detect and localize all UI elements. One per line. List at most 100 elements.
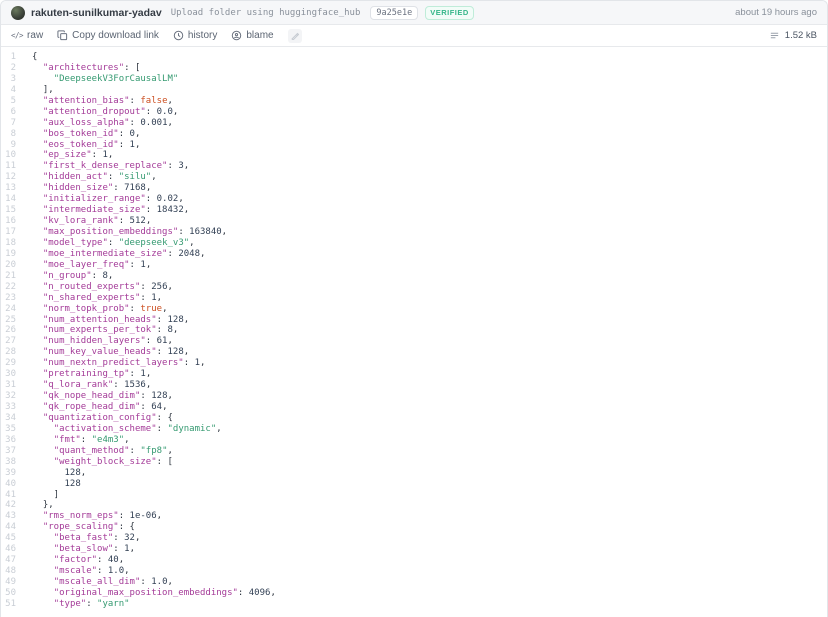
line-number[interactable]: 35 xyxy=(1,424,16,435)
code-line-content: "ep_size": 1, xyxy=(16,150,113,161)
line-number[interactable]: 20 xyxy=(1,260,16,271)
line-number[interactable]: 25 xyxy=(1,315,16,326)
blame-button[interactable]: blame xyxy=(231,30,273,41)
code-line: 51 "type": "yarn" xyxy=(1,599,827,610)
line-number[interactable]: 34 xyxy=(1,413,16,424)
copy-icon xyxy=(57,30,68,41)
code-line-content: "intermediate_size": 18432, xyxy=(16,205,189,216)
line-number[interactable]: 36 xyxy=(1,435,16,446)
code-line: 34 "quantization_config": { xyxy=(1,413,827,424)
copy-download-link-button[interactable]: Copy download link xyxy=(57,30,159,41)
code-line: 29 "num_nextn_predict_layers": 1, xyxy=(1,358,827,369)
code-line-content: "quant_method": "fp8", xyxy=(16,446,173,457)
code-line-content: "attention_bias": false, xyxy=(16,96,173,107)
line-number[interactable]: 33 xyxy=(1,402,16,413)
line-number[interactable]: 30 xyxy=(1,369,16,380)
line-number[interactable]: 45 xyxy=(1,533,16,544)
line-number[interactable]: 22 xyxy=(1,282,16,293)
line-number[interactable]: 43 xyxy=(1,511,16,522)
line-number[interactable]: 46 xyxy=(1,544,16,555)
code-line: 19 "moe_intermediate_size": 2048, xyxy=(1,249,827,260)
line-number[interactable]: 29 xyxy=(1,358,16,369)
line-number[interactable]: 17 xyxy=(1,227,16,238)
line-number[interactable]: 28 xyxy=(1,347,16,358)
file-viewer-card: rakuten-sunilkumar-yadav Upload folder u… xyxy=(0,0,828,617)
line-number[interactable]: 18 xyxy=(1,238,16,249)
line-number[interactable]: 2 xyxy=(1,63,16,74)
line-number[interactable]: 4 xyxy=(1,85,16,96)
line-number[interactable]: 3 xyxy=(1,74,16,85)
line-number[interactable]: 50 xyxy=(1,588,16,599)
code-line: 44 "rope_scaling": { xyxy=(1,522,827,533)
code-line: 12 "hidden_act": "silu", xyxy=(1,172,827,183)
code-line: 10 "ep_size": 1, xyxy=(1,150,827,161)
line-number[interactable]: 19 xyxy=(1,249,16,260)
line-number[interactable]: 26 xyxy=(1,325,16,336)
code-line-content: "n_shared_experts": 1, xyxy=(16,293,162,304)
line-number[interactable]: 39 xyxy=(1,468,16,479)
code-line-content: "num_attention_heads": 128, xyxy=(16,315,189,326)
code-line: 14 "initializer_range": 0.02, xyxy=(1,194,827,205)
code-line: 28 "num_key_value_heads": 128, xyxy=(1,347,827,358)
more-actions-button[interactable] xyxy=(288,29,302,43)
line-number[interactable]: 15 xyxy=(1,205,16,216)
line-number[interactable]: 21 xyxy=(1,271,16,282)
code-line-content: "num_hidden_layers": 61, xyxy=(16,336,173,347)
code-line-content: ] xyxy=(16,490,59,501)
code-line-content: "first_k_dense_replace": 3, xyxy=(16,161,189,172)
code-line: 37 "quant_method": "fp8", xyxy=(1,446,827,457)
raw-button[interactable]: </> raw xyxy=(11,30,43,41)
commit-hash-chip[interactable]: 9a25e1e xyxy=(370,6,418,20)
line-number[interactable]: 16 xyxy=(1,216,16,227)
code-line: 4 ], xyxy=(1,85,827,96)
code-line-content: "mscale": 1.0, xyxy=(16,566,130,577)
line-number[interactable]: 5 xyxy=(1,96,16,107)
line-number[interactable]: 37 xyxy=(1,446,16,457)
line-number[interactable]: 27 xyxy=(1,336,16,347)
line-number[interactable]: 24 xyxy=(1,304,16,315)
code-line-content: "hidden_size": 7168, xyxy=(16,183,151,194)
line-number[interactable]: 41 xyxy=(1,490,16,501)
line-number[interactable]: 44 xyxy=(1,522,16,533)
history-button-label: history xyxy=(188,30,217,41)
line-number[interactable]: 10 xyxy=(1,150,16,161)
commit-bar: rakuten-sunilkumar-yadav Upload folder u… xyxy=(1,1,827,25)
code-line-content: "num_key_value_heads": 128, xyxy=(16,347,189,358)
line-number[interactable]: 31 xyxy=(1,380,16,391)
line-number[interactable]: 49 xyxy=(1,577,16,588)
line-number[interactable]: 47 xyxy=(1,555,16,566)
line-number[interactable]: 42 xyxy=(1,500,16,511)
code-line: 31 "q_lora_rank": 1536, xyxy=(1,380,827,391)
code-line: 36 "fmt": "e4m3", xyxy=(1,435,827,446)
line-number[interactable]: 11 xyxy=(1,161,16,172)
line-number[interactable]: 32 xyxy=(1,391,16,402)
code-line: 48 "mscale": 1.0, xyxy=(1,566,827,577)
code-line: 16 "kv_lora_rank": 512, xyxy=(1,216,827,227)
line-number[interactable]: 48 xyxy=(1,566,16,577)
commit-message[interactable]: Upload folder using huggingface_hub xyxy=(171,8,361,18)
line-number[interactable]: 40 xyxy=(1,479,16,490)
line-number[interactable]: 12 xyxy=(1,172,16,183)
code-line: 15 "intermediate_size": 18432, xyxy=(1,205,827,216)
code-line: 45 "beta_fast": 32, xyxy=(1,533,827,544)
avatar[interactable] xyxy=(11,6,25,20)
line-number[interactable]: 7 xyxy=(1,118,16,129)
commit-author-link[interactable]: rakuten-sunilkumar-yadav xyxy=(31,7,162,19)
line-number[interactable]: 23 xyxy=(1,293,16,304)
history-clock-icon xyxy=(173,30,184,41)
line-number[interactable]: 14 xyxy=(1,194,16,205)
line-number[interactable]: 13 xyxy=(1,183,16,194)
line-number[interactable]: 51 xyxy=(1,599,16,610)
history-button[interactable]: history xyxy=(173,30,217,41)
code-line-content: "hidden_act": "silu", xyxy=(16,172,157,183)
line-number[interactable]: 1 xyxy=(1,52,16,63)
code-line: 23 "n_shared_experts": 1, xyxy=(1,293,827,304)
code-line-content: "fmt": "e4m3", xyxy=(16,435,130,446)
line-number[interactable]: 9 xyxy=(1,140,16,151)
line-number[interactable]: 8 xyxy=(1,129,16,140)
file-size: 1.52 kB xyxy=(785,30,817,41)
code-icon: </> xyxy=(11,31,23,40)
code-line: 49 "mscale_all_dim": 1.0, xyxy=(1,577,827,588)
line-number[interactable]: 38 xyxy=(1,457,16,468)
line-number[interactable]: 6 xyxy=(1,107,16,118)
